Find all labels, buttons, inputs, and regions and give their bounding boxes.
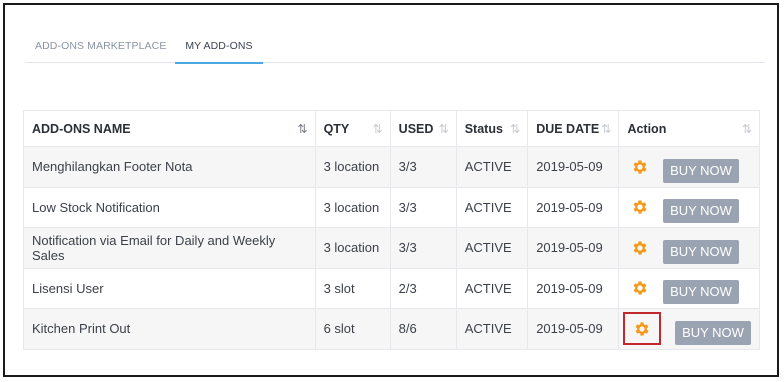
column-header-due-date[interactable]: DUE DATE ⇅: [527, 110, 620, 147]
column-header-action[interactable]: Action ⇅: [618, 110, 760, 147]
column-header-label: Action: [627, 121, 667, 136]
addon-name: Notification via Email for Daily and Wee…: [23, 227, 316, 269]
addon-used: 3/3: [389, 186, 457, 228]
column-header-label: Status: [464, 121, 503, 136]
table-row: Kitchen Print Out 6 slot 8/6 ACTIVE 2019…: [23, 308, 760, 350]
addon-used: 2/3: [389, 267, 457, 309]
gear-icon[interactable]: [631, 239, 649, 257]
sort-icon[interactable]: ⇅: [742, 122, 752, 136]
table-row: Menghilangkan Footer Nota 3 location 3/3…: [23, 146, 760, 188]
addon-name: Kitchen Print Out: [23, 308, 316, 350]
sort-icon[interactable]: ⇅: [373, 122, 383, 136]
column-header-label: QTY: [323, 121, 350, 136]
addon-due-date: 2019-05-09: [527, 186, 620, 228]
buy-now-button[interactable]: BUY NOW: [663, 158, 739, 183]
table-row: Lisensi User 3 slot 2/3 ACTIVE 2019-05-0…: [23, 267, 760, 309]
addon-qty: 3 location: [314, 227, 391, 269]
gear-icon[interactable]: [631, 198, 649, 216]
addon-status: ACTIVE: [455, 227, 529, 269]
addon-due-date: 2019-05-09: [527, 146, 620, 188]
addon-due-date: 2019-05-09: [527, 308, 620, 350]
column-header-label: DUE DATE: [536, 121, 600, 136]
buy-now-button[interactable]: BUY NOW: [663, 199, 739, 224]
addons-table: ADD-ONS NAME ⇅ QTY ⇅ USED ⇅ Status ⇅ DUE…: [23, 110, 760, 350]
tab-addons-marketplace[interactable]: ADD-ONS MARKETPLACE: [35, 39, 166, 63]
addon-qty: 3 slot: [314, 267, 391, 309]
addon-qty: 6 slot: [314, 308, 391, 350]
buy-now-button[interactable]: BUY NOW: [663, 280, 739, 305]
action-cell: BUY NOW: [618, 308, 760, 350]
action-cell: BUY NOW: [618, 267, 760, 309]
sort-icon[interactable]: ⇅: [510, 122, 520, 136]
sort-icon[interactable]: ⇅: [439, 122, 449, 136]
column-header-name[interactable]: ADD-ONS NAME ⇅: [23, 110, 316, 147]
sort-icon[interactable]: ⇅: [601, 122, 611, 136]
tab-bar: ADD-ONS MARKETPLACE MY ADD-ONS: [25, 39, 765, 64]
addon-name: Low Stock Notification: [23, 186, 316, 228]
column-header-used[interactable]: USED ⇅: [389, 110, 457, 147]
addon-due-date: 2019-05-09: [527, 267, 620, 309]
buy-now-button[interactable]: BUY NOW: [663, 239, 739, 264]
action-cell: BUY NOW: [618, 227, 760, 269]
addon-status: ACTIVE: [455, 186, 529, 228]
addon-used: 3/3: [389, 227, 457, 269]
addon-status: ACTIVE: [455, 308, 529, 350]
column-header-qty[interactable]: QTY ⇅: [314, 110, 391, 147]
column-header-status[interactable]: Status ⇅: [455, 110, 529, 147]
gear-icon[interactable]: [631, 279, 649, 297]
table-header-row: ADD-ONS NAME ⇅ QTY ⇅ USED ⇅ Status ⇅ DUE…: [23, 110, 760, 147]
addon-name: Lisensi User: [23, 267, 316, 309]
action-cell: BUY NOW: [618, 186, 760, 228]
tab-my-addons[interactable]: MY ADD-ONS: [175, 39, 263, 64]
column-header-label: USED: [398, 121, 434, 136]
addon-status: ACTIVE: [455, 146, 529, 188]
gear-highlight-box: [623, 312, 662, 346]
gear-icon[interactable]: [631, 158, 649, 176]
column-header-label: ADD-ONS NAME: [32, 121, 131, 136]
addon-used: 3/3: [389, 146, 457, 188]
sort-desc-icon[interactable]: ⇅: [298, 122, 308, 136]
gear-icon[interactable]: [633, 320, 651, 338]
addon-qty: 3 location: [314, 186, 391, 228]
action-cell: BUY NOW: [618, 146, 760, 188]
addon-name: Menghilangkan Footer Nota: [23, 146, 316, 188]
buy-now-button[interactable]: BUY NOW: [675, 321, 751, 346]
addon-due-date: 2019-05-09: [527, 227, 620, 269]
table-row: Notification via Email for Daily and Wee…: [23, 227, 760, 269]
addon-status: ACTIVE: [455, 267, 529, 309]
addon-qty: 3 location: [314, 146, 391, 188]
addon-used: 8/6: [389, 308, 457, 350]
table-row: Low Stock Notification 3 location 3/3 AC…: [23, 186, 760, 228]
